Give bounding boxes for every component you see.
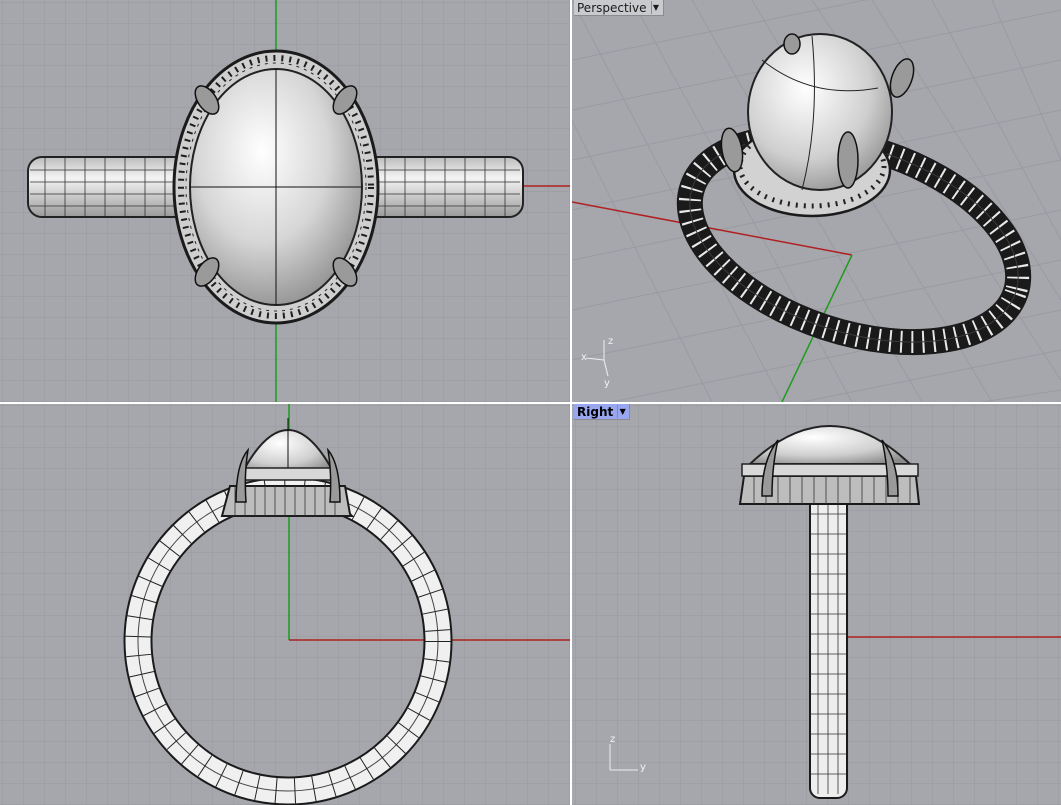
viewport-front[interactable] bbox=[0, 404, 570, 805]
axis-label-y: y bbox=[640, 762, 646, 773]
viewport-title-tab[interactable]: Right ▼ bbox=[574, 404, 631, 420]
viewport-title-label: Right bbox=[577, 404, 614, 419]
viewport-right[interactable]: z y Right ▼ bbox=[572, 404, 1061, 805]
viewport-title-tab[interactable]: Perspective ▼ bbox=[574, 0, 664, 16]
axis-label-z: z bbox=[608, 336, 613, 347]
chevron-down-icon[interactable]: ▼ bbox=[650, 1, 661, 14]
axis-label-z: z bbox=[610, 734, 615, 745]
viewport-title-label: Perspective bbox=[577, 0, 647, 15]
top-view-canvas bbox=[0, 0, 570, 402]
viewport-top[interactable] bbox=[0, 0, 570, 402]
axis-label-y: y bbox=[604, 378, 610, 389]
axis-gizmo: z x y bbox=[581, 336, 613, 389]
axis-label-x: x bbox=[581, 352, 587, 363]
right-view-canvas: z y bbox=[572, 404, 1061, 805]
front-view-canvas bbox=[0, 404, 570, 805]
cabochon-stone bbox=[747, 33, 893, 191]
bead-row bbox=[243, 467, 337, 481]
ring-band-side bbox=[809, 489, 848, 799]
viewport-perspective[interactable]: z x y Perspective ▼ bbox=[572, 0, 1061, 402]
four-viewport-layout: z x y Perspective ▼ z y Right ▼ bbox=[0, 0, 1061, 805]
chevron-down-icon[interactable]: ▼ bbox=[617, 405, 627, 418]
perspective-view-canvas: z x y bbox=[572, 0, 1061, 402]
